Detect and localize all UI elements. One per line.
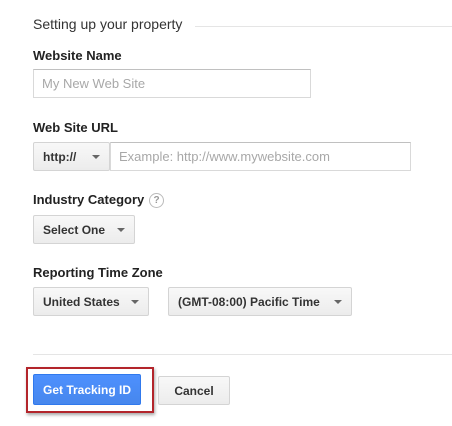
timezone-zone-select[interactable]: (GMT-08:00) Pacific Time	[168, 287, 352, 316]
protocol-select[interactable]: http://	[33, 142, 110, 171]
protocol-select-value: http://	[43, 149, 77, 164]
website-url-input[interactable]	[110, 142, 411, 171]
actions-divider	[33, 354, 452, 355]
chevron-down-icon	[117, 228, 125, 232]
chevron-down-icon	[92, 155, 100, 159]
website-url-label: Web Site URL	[33, 120, 118, 135]
section-title-rule	[195, 26, 452, 27]
section-title: Setting up your property	[33, 16, 183, 32]
industry-category-select[interactable]: Select One	[33, 215, 135, 244]
timezone-country-select[interactable]: United States	[33, 287, 149, 316]
website-name-input[interactable]	[33, 69, 311, 98]
chevron-down-icon	[334, 300, 342, 304]
timezone-label: Reporting Time Zone	[33, 265, 163, 280]
cancel-button[interactable]: Cancel	[158, 376, 230, 405]
get-tracking-id-button[interactable]: Get Tracking ID	[33, 374, 141, 405]
website-name-label: Website Name	[33, 48, 122, 63]
industry-category-value: Select One	[43, 222, 106, 237]
property-setup-form: Setting up your property Website Name We…	[0, 0, 452, 426]
help-icon[interactable]: ?	[149, 193, 164, 208]
industry-category-label: Industry Category	[33, 192, 145, 207]
timezone-zone-value: (GMT-08:00) Pacific Time	[178, 294, 320, 309]
timezone-country-value: United States	[43, 294, 120, 309]
chevron-down-icon	[131, 300, 139, 304]
